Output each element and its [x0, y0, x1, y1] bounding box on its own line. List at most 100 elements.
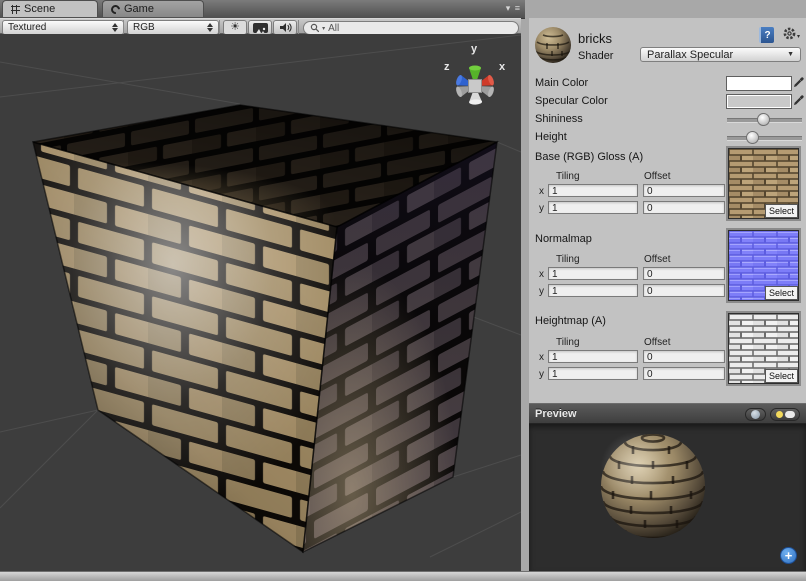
specular-color-label: Specular Color: [535, 95, 608, 107]
tab-game[interactable]: Game: [102, 0, 204, 17]
base-offset-y-input[interactable]: [644, 203, 724, 214]
toolbar-separator: [298, 20, 299, 34]
y-row-label: y: [539, 369, 544, 380]
main-color-swatch[interactable]: [726, 76, 792, 91]
search-icon: [310, 23, 319, 33]
tab-scene[interactable]: Scene: [2, 0, 98, 17]
shininess-slider[interactable]: [727, 113, 802, 126]
color-channels-dropdown[interactable]: RGB: [127, 20, 219, 35]
preview-body[interactable]: +: [529, 424, 806, 571]
base-offset-x-field[interactable]: [643, 184, 725, 197]
normal-offset-x-input[interactable]: [644, 269, 724, 280]
offset-header: Offset: [644, 254, 671, 265]
material-name: bricks: [578, 31, 612, 46]
normal-tiling-y-field[interactable]: [548, 284, 638, 297]
gizmo-center-cube[interactable]: [469, 80, 482, 93]
heightmap-tiling-x-input[interactable]: [549, 352, 637, 363]
scene-tabstrip: Scene Game ▾ ≡: [0, 0, 525, 19]
image-icon: [253, 23, 268, 33]
eyedropper-icon[interactable]: [793, 93, 804, 106]
scene-search-field[interactable]: ▾: [303, 21, 519, 35]
color-channels-value: RGB: [133, 22, 203, 33]
window-bottom-strip: [0, 571, 806, 581]
specular-color-swatch[interactable]: [726, 94, 792, 109]
scene-toolbar: Textured RGB ☀: [0, 18, 521, 34]
material-ball-thumbnail: [534, 26, 572, 64]
normal-offset-x-field[interactable]: [643, 267, 725, 280]
tiling-header: Tiling: [556, 254, 580, 265]
heightmap-offset-x-input[interactable]: [644, 352, 724, 363]
scene-orientation-gizmo[interactable]: y x z: [433, 37, 519, 123]
render-overlay-toggle[interactable]: [248, 20, 272, 35]
gizmo-x-label: x: [499, 61, 506, 73]
heightmap-tiling-y-field[interactable]: [548, 367, 638, 380]
preview-sphere-button[interactable]: [745, 408, 766, 421]
scene-audio-toggle[interactable]: [273, 20, 297, 35]
preview-light-toggle[interactable]: [770, 408, 800, 421]
base-map-title: Base (RGB) Gloss (A): [535, 151, 643, 163]
base-tiling-y-field[interactable]: [548, 201, 638, 214]
normal-offset-y-input[interactable]: [644, 286, 724, 297]
sphere-icon: [751, 410, 760, 419]
heightmap-offset-y-field[interactable]: [643, 367, 725, 380]
slider-knob[interactable]: [746, 131, 759, 144]
heightmap-offset-y-input[interactable]: [644, 369, 724, 380]
eyedropper-icon[interactable]: [793, 75, 804, 88]
base-tiling-y-input[interactable]: [549, 203, 637, 214]
shader-dropdown[interactable]: Parallax Specular ▼: [640, 47, 801, 62]
x-row-label: x: [539, 269, 544, 280]
base-tiling-x-input[interactable]: [549, 186, 637, 197]
heightmap-tiling-x-field[interactable]: [548, 350, 638, 363]
offset-header: Offset: [644, 171, 671, 182]
x-row-label: x: [539, 186, 544, 197]
base-tiling-x-field[interactable]: [548, 184, 638, 197]
normal-offset-y-field[interactable]: [643, 284, 725, 297]
scene-lighting-toggle[interactable]: ☀: [223, 20, 247, 35]
offset-header: Offset: [644, 337, 671, 348]
preview-header[interactable]: Preview: [529, 403, 806, 424]
gear-menu-icon[interactable]: ▾: [782, 26, 800, 41]
toolbar-separator: [219, 20, 220, 34]
updown-arrows-icon: [112, 23, 118, 32]
gizmo-z-label: z: [444, 61, 450, 73]
brick-cube[interactable]: [33, 105, 497, 552]
heightmap-title: Heightmap (A): [535, 315, 606, 327]
shader-label: Shader: [578, 50, 613, 62]
search-filter-arrow-icon[interactable]: ▾: [322, 25, 325, 32]
x-row-label: x: [539, 352, 544, 363]
light-dot-icon: [776, 411, 783, 418]
render-mode-dropdown[interactable]: Textured: [2, 20, 124, 35]
heightmap-select-button[interactable]: Select: [765, 369, 798, 383]
help-book-icon[interactable]: ?: [759, 27, 774, 43]
scene-viewport[interactable]: y x z: [0, 34, 521, 571]
unity-editor-window: Scene Game ▾ ≡ Textured RGB ☀: [0, 0, 806, 581]
y-row-label: y: [539, 286, 544, 297]
game-unity-icon: [109, 3, 122, 16]
chevron-down-icon: ▼: [787, 51, 794, 58]
gizmo-y-label: y: [471, 43, 478, 55]
normal-tiling-y-input[interactable]: [549, 286, 637, 297]
slider-knob[interactable]: [757, 113, 770, 126]
base-map-select-button[interactable]: Select: [765, 204, 798, 218]
search-input[interactable]: [328, 23, 512, 34]
shader-value: Parallax Specular: [647, 49, 733, 61]
heightmap-thumbnail[interactable]: Select: [728, 313, 799, 384]
heightmap-offset-x-field[interactable]: [643, 350, 725, 363]
normal-tiling-x-field[interactable]: [548, 267, 638, 280]
scene-grid-icon: [11, 5, 20, 14]
heightmap-tiling-y-input[interactable]: [549, 369, 637, 380]
slider-track[interactable]: [727, 136, 802, 141]
preview-title: Preview: [529, 408, 577, 420]
normal-tiling-x-input[interactable]: [549, 269, 637, 280]
base-offset-x-input[interactable]: [644, 186, 724, 197]
light-pill-icon: [785, 411, 795, 418]
add-button[interactable]: +: [780, 547, 797, 564]
base-map-thumbnail[interactable]: Select: [728, 148, 799, 219]
toolbar-separator: [123, 20, 124, 34]
base-offset-y-field[interactable]: [643, 201, 725, 214]
preview-material-sphere[interactable]: [529, 424, 806, 571]
height-slider[interactable]: [727, 131, 802, 144]
scene-pane-menu-icon[interactable]: ▾ ≡: [506, 3, 521, 14]
normalmap-select-button[interactable]: Select: [765, 286, 798, 300]
normalmap-thumbnail[interactable]: Select: [728, 230, 799, 301]
